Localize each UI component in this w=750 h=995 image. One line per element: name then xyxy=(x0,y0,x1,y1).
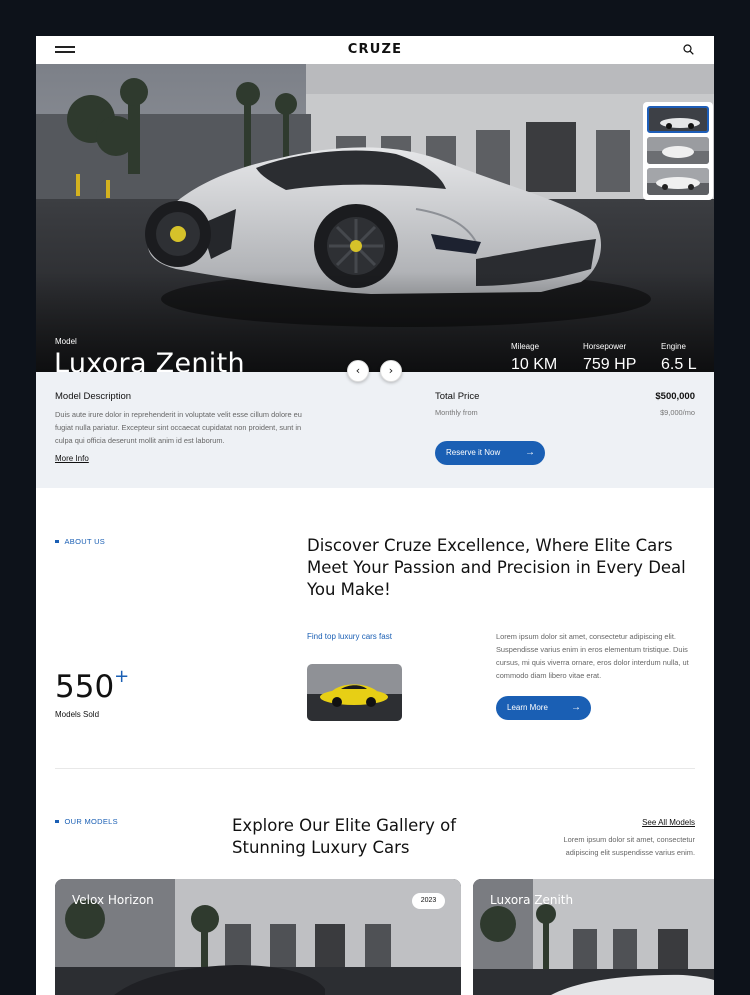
thumbnail-2[interactable] xyxy=(647,137,709,164)
about-tag: ABOUT US xyxy=(55,537,105,546)
model-label: Model xyxy=(55,337,77,346)
spec-value: 10 KM xyxy=(511,356,558,372)
monthly-label: Monthly from xyxy=(435,408,478,417)
reserve-button-label: Reserve it Now xyxy=(446,448,501,457)
spec-value: 6.5 L xyxy=(661,356,697,372)
spec-engine: Engine 6.5 L xyxy=(661,342,697,372)
see-all-link[interactable]: See All Models xyxy=(642,818,695,827)
section-divider xyxy=(55,768,695,769)
card-title: Velox Horizon xyxy=(72,893,154,907)
description-title: Model Description xyxy=(55,391,132,402)
learn-more-label: Learn More xyxy=(507,703,548,712)
total-price: $500,000 xyxy=(655,391,695,402)
yellow-car-image xyxy=(307,664,402,721)
models-intro: Lorem ipsum dolor sit amet, consectetur … xyxy=(563,835,695,857)
stat-label: Models Sold xyxy=(55,710,100,719)
search-icon[interactable] xyxy=(683,44,694,55)
logo[interactable]: CRUZE xyxy=(36,42,714,57)
spec-key: Engine xyxy=(661,342,686,351)
find-cars-text: Find top luxury cars fast xyxy=(307,632,392,641)
spec-horsepower: Horsepower 759 HP xyxy=(583,342,636,372)
spec-value: 759 HP xyxy=(583,356,637,372)
thumbnail-strip xyxy=(643,102,713,200)
chevron-right-icon[interactable]: › xyxy=(380,360,402,382)
arrow-right-icon: → xyxy=(525,447,535,458)
stat-plus: + xyxy=(114,666,130,687)
models-headline: Explore Our Elite Gallery of Stunning Lu… xyxy=(232,816,457,857)
spec-key: Horsepower xyxy=(583,342,627,351)
learn-more-button[interactable]: Learn More → xyxy=(496,696,591,720)
thumbnail-1[interactable] xyxy=(647,106,709,133)
stat-value: 550 xyxy=(55,669,115,705)
thumbnail-3[interactable] xyxy=(647,168,709,195)
description-text: Duis aute irure dolor in reprehenderit i… xyxy=(55,410,302,445)
hero-banner: Model Luxora Zenith Mileage 10 KM Horsep… xyxy=(36,64,714,372)
hero-car-image xyxy=(36,64,714,372)
model-name: Luxora Zenith xyxy=(54,348,245,372)
stat-number: 550+ xyxy=(55,666,130,705)
arrow-right-icon: → xyxy=(571,702,581,713)
card-title: Luxora Zenith xyxy=(490,893,574,907)
about-paragraph: Lorem ipsum dolor sit amet, consectetur … xyxy=(496,632,689,680)
spec-key: Mileage xyxy=(511,342,540,351)
top-bar: CRUZE xyxy=(36,36,714,64)
models-tag: OUR MODELS xyxy=(55,817,118,826)
spec-mileage: Mileage 10 KM xyxy=(511,342,557,372)
monthly-price: $9,000/mo xyxy=(660,408,695,417)
model-card[interactable]: Velox Horizon 2023 xyxy=(55,879,461,995)
page: CRUZE Model Luxora Zenith Mileage 10 KM … xyxy=(36,36,714,995)
year-badge: 2023 xyxy=(412,893,445,909)
about-headline: Discover Cruze Excellence, Where Elite C… xyxy=(307,536,686,599)
total-price-label: Total Price xyxy=(435,391,480,402)
model-card[interactable]: Luxora Zenith xyxy=(473,879,714,995)
reserve-button[interactable]: Reserve it Now → xyxy=(435,441,545,465)
more-info-link[interactable]: More Info xyxy=(55,454,89,463)
chevron-left-icon[interactable]: ‹ xyxy=(347,360,369,382)
